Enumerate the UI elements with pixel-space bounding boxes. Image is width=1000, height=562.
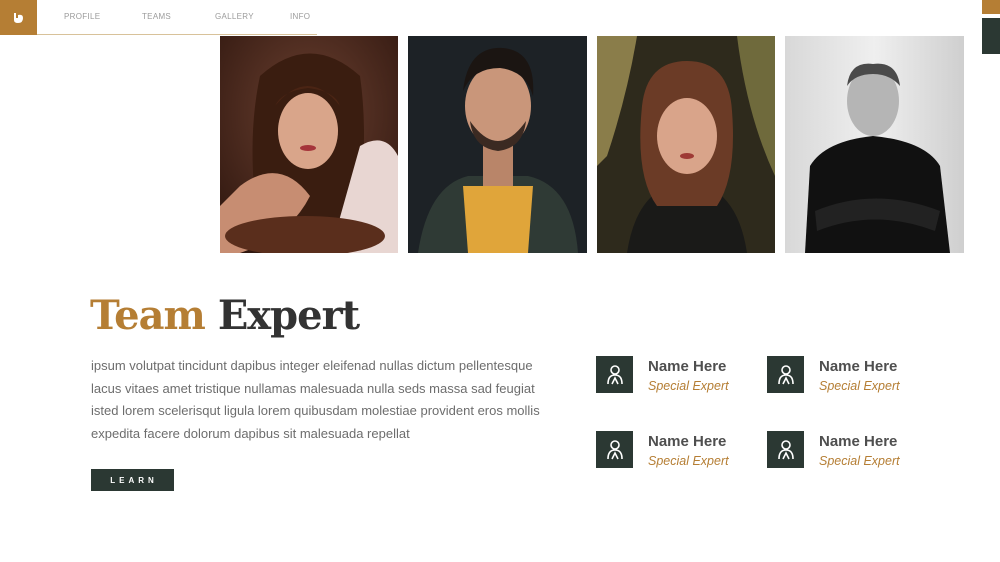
nav-item-info[interactable]: INFO <box>290 12 310 21</box>
edge-accent-gold <box>982 0 1000 14</box>
team-photo-4 <box>785 36 964 253</box>
member-name: Name Here <box>819 358 898 375</box>
edge-accent-dark <box>982 18 1000 54</box>
member-card: Name Here Special Expert <box>596 356 756 396</box>
person-icon <box>767 356 804 393</box>
leaf-logo-icon <box>13 12 23 23</box>
learn-button[interactable]: LEARN <box>91 469 174 491</box>
title-highlight: Team <box>90 292 206 339</box>
nav-divider <box>37 34 317 35</box>
nav-item-teams[interactable]: TEAMS <box>142 12 215 21</box>
member-card: Name Here Special Expert <box>596 431 756 471</box>
person-icon <box>767 431 804 468</box>
logo[interactable] <box>0 0 37 35</box>
member-role: Special Expert <box>648 454 729 468</box>
nav-item-profile[interactable]: PROFILE <box>64 12 142 21</box>
nav-item-gallery[interactable]: GALLERY <box>215 12 290 21</box>
member-name: Name Here <box>819 433 898 450</box>
top-nav: PROFILE TEAMS GALLERY INFO <box>64 12 310 21</box>
title-rest: Expert <box>217 292 360 339</box>
member-name: Name Here <box>648 433 727 450</box>
member-role: Special Expert <box>819 454 900 468</box>
member-card: Name Here Special Expert <box>767 431 927 471</box>
member-name: Name Here <box>648 358 727 375</box>
team-photo-1 <box>220 36 398 253</box>
member-role: Special Expert <box>648 379 729 393</box>
member-role: Special Expert <box>819 379 900 393</box>
person-icon <box>596 431 633 468</box>
member-card: Name Here Special Expert <box>767 356 927 396</box>
page-title: Team Expert <box>90 292 360 340</box>
team-photo-2 <box>408 36 587 253</box>
team-photo-3 <box>597 36 775 253</box>
description-text: ipsum volutpat tincidunt dapibus integer… <box>91 358 540 441</box>
person-icon <box>596 356 633 393</box>
